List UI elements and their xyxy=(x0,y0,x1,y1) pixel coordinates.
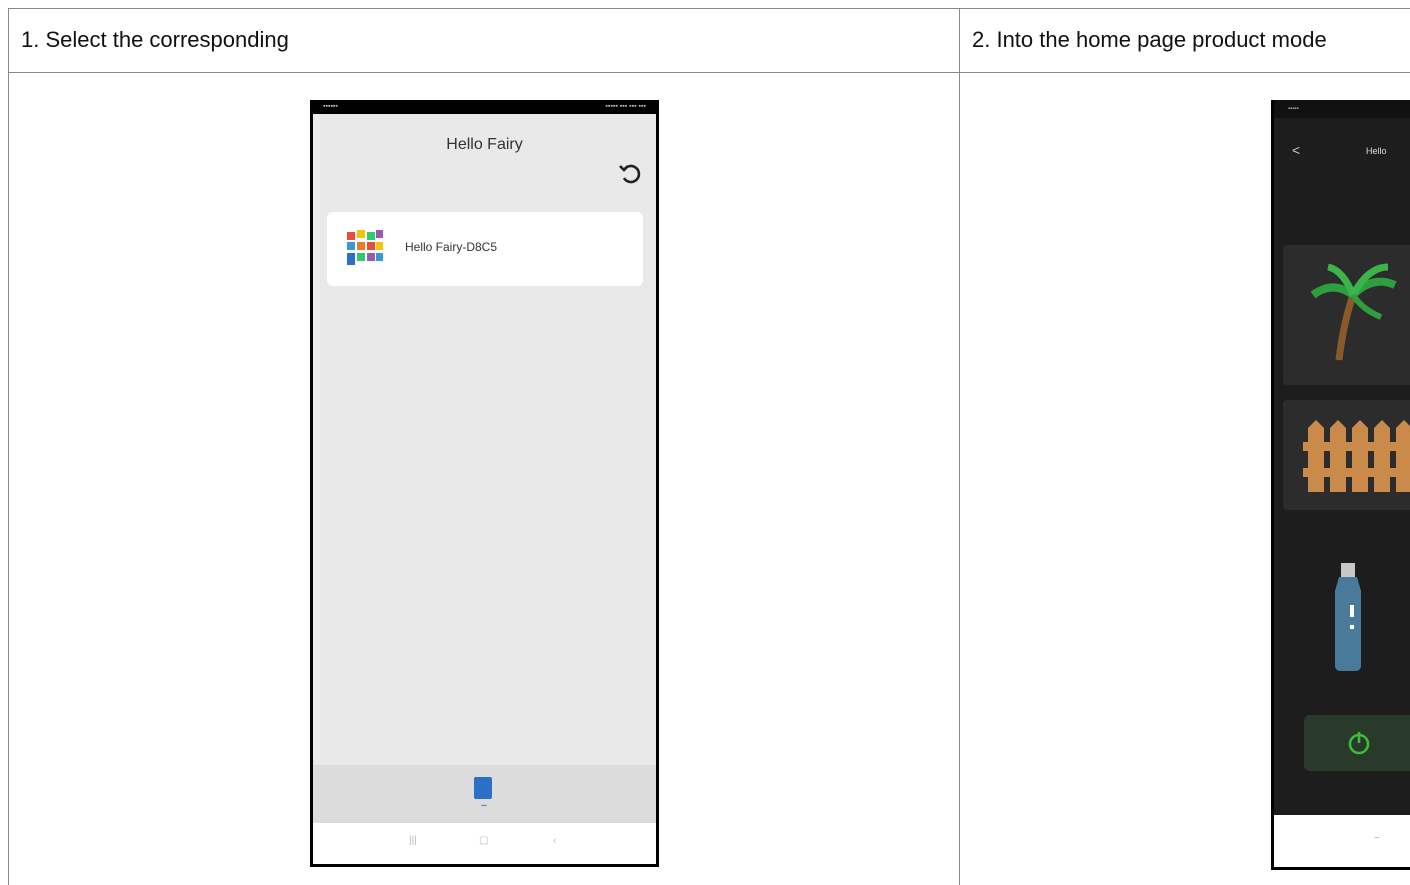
palm-tree-icon xyxy=(1310,263,1397,361)
step-1-header: 1. Select the corresponding xyxy=(9,9,960,73)
bottle-light-icon xyxy=(1335,563,1361,671)
recent-apps-icon[interactable]: ||| xyxy=(409,835,417,846)
step-2-header: 2. Into the home page product mode xyxy=(960,9,1410,73)
mode-tile-fence[interactable] xyxy=(1283,400,1410,510)
status-icons: ▪▪▪▪▪ ▪▪▪ ▪▪▪ ▪▪▪ xyxy=(605,103,646,110)
power-icon[interactable] xyxy=(1344,728,1374,758)
recent-apps-icon[interactable]: − xyxy=(1374,833,1380,844)
system-nav-bar: − xyxy=(1274,815,1410,867)
refresh-icon[interactable] xyxy=(618,162,642,186)
status-bar: ▪▪▪▪▪ xyxy=(1274,100,1410,118)
device-list-item[interactable]: Hello Fairy-D8C5 xyxy=(327,212,643,286)
home-icon[interactable]: ▢ xyxy=(479,835,488,846)
step-1-cell: ▪▪▪▪▪▪ ▪▪▪▪▪ ▪▪▪ ▪▪▪ ▪▪▪ Hello Fairy Hel… xyxy=(9,73,960,885)
tab-label: ▪▪▪ xyxy=(481,803,487,809)
device-tab-icon[interactable] xyxy=(474,777,492,799)
app-title: Hello Fairy xyxy=(446,136,523,153)
status-bar: ▪▪▪▪▪▪ ▪▪▪▪▪ ▪▪▪ ▪▪▪ ▪▪▪ xyxy=(313,100,656,114)
mode-tile-palm[interactable] xyxy=(1283,245,1410,385)
system-nav-bar: ||| ▢ ‹ xyxy=(313,823,656,864)
device-name: Hello Fairy-D8C5 xyxy=(405,240,498,254)
phone-screenshot-1: ▪▪▪▪▪▪ ▪▪▪▪▪ ▪▪▪ ▪▪▪ ▪▪▪ Hello Fairy Hel… xyxy=(310,100,659,867)
phone-1-screen: ▪▪▪▪▪▪ ▪▪▪▪▪ ▪▪▪ ▪▪▪ ▪▪▪ Hello Fairy Hel… xyxy=(313,100,656,864)
mode-tile-bottle[interactable] xyxy=(1283,545,1410,685)
screen-title: Hello xyxy=(1366,146,1387,156)
step-2-header-text: 2. Into the home page product mode xyxy=(972,27,1327,52)
phone-screenshot-2: ▪▪▪▪▪ < Hello − xyxy=(1271,100,1410,870)
instruction-table: 1. Select the corresponding 2. Into the … xyxy=(8,8,1410,885)
step-2-cell: ▪▪▪▪▪ < Hello − xyxy=(960,73,1410,885)
phone-2-screen: ▪▪▪▪▪ < Hello − xyxy=(1274,100,1410,867)
power-control-bar xyxy=(1304,715,1410,771)
fence-icon xyxy=(1303,420,1410,492)
app-logo-icon xyxy=(347,230,383,265)
step-1-header-text: 1. Select the corresponding xyxy=(21,27,289,52)
status-time: ▪▪▪▪▪▪ xyxy=(323,103,338,110)
back-arrow-icon[interactable]: < xyxy=(1292,142,1300,158)
back-icon[interactable]: ‹ xyxy=(553,835,556,846)
bottom-tab-bar: ▪▪▪ xyxy=(313,765,656,823)
